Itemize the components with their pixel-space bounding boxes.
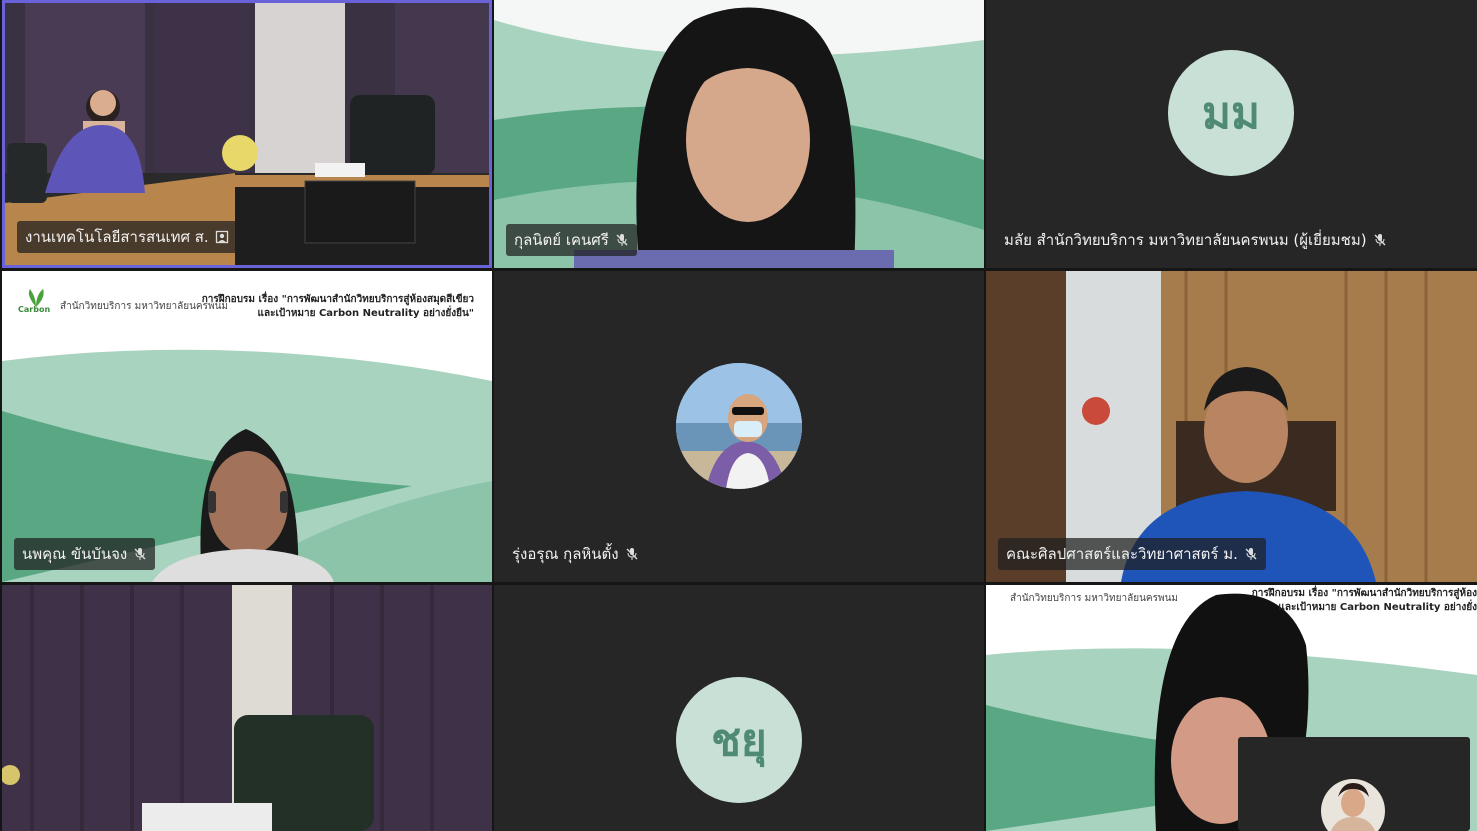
- self-view[interactable]: [1238, 737, 1470, 831]
- participant-tile-6[interactable]: คณะศิลปศาสตร์และวิทยาศาสตร์ ม.: [986, 271, 1477, 582]
- participant-tile-1[interactable]: งานเทคโนโลยีสารสนเทศ ส.: [2, 0, 492, 268]
- mic-muted-icon: [616, 234, 628, 246]
- participant-name-tag: รุ่งอรุณ กุลหินตั้ง: [506, 538, 647, 570]
- participant-tile-8[interactable]: ชยุ: [494, 585, 984, 831]
- avatar: [676, 363, 802, 489]
- carbon-logo-text: Carbon: [18, 305, 51, 314]
- participant-tile-3[interactable]: มม มลัย สำนักวิทยบริการ มหาวิทยาลัยนครพน…: [986, 0, 1477, 268]
- host-icon: [215, 230, 228, 244]
- participant-name-tag: คณะศิลปศาสตร์และวิทยาศาสตร์ ม.: [998, 538, 1266, 570]
- participant-name-tag: มลัย สำนักวิทยบริการ มหาวิทยาลัยนครพนม (…: [998, 224, 1395, 256]
- participant-tile-7[interactable]: [2, 585, 492, 831]
- participant-video: [986, 271, 1477, 582]
- participant-name-tag: กุลนิตย์ เคนศรี: [506, 224, 637, 256]
- mic-muted-icon: [134, 548, 146, 560]
- participant-tile-4[interactable]: Carbon สำนักวิทยบริการ มหาวิทยาลัยนครพนม…: [2, 271, 492, 582]
- slide-org: สำนักวิทยบริการ มหาวิทยาลัยนครพนม: [1010, 593, 1178, 604]
- avatar: ชยุ: [676, 677, 802, 803]
- slide-title: การฝึกอบรม เรื่อง "การพัฒนาสำนักวิทยบริก…: [201, 294, 474, 319]
- participant-name-tag: งานเทคโนโลยีสารสนเทศ ส.: [17, 221, 237, 253]
- self-view-avatar: [1321, 779, 1385, 831]
- mic-muted-icon: [1245, 548, 1257, 560]
- avatar: มม: [1168, 50, 1294, 176]
- participant-name-tag: นพคุณ ขันบันจง: [14, 538, 156, 570]
- participant-tile-2[interactable]: กุลนิตย์ เคนศรี: [494, 0, 984, 268]
- slide-title: การฝึกอบรม เรื่อง "การพัฒนาสำนักวิทยบริก…: [1251, 588, 1477, 613]
- mic-muted-icon: [1374, 234, 1386, 246]
- mic-muted-icon: [626, 548, 638, 560]
- participant-tile-5[interactable]: รุ่งอรุณ กุลหินตั้ง: [494, 271, 984, 582]
- video-grid: งานเทคโนโลยีสารสนเทศ ส. กุลนิตย์ เคนศรี …: [0, 0, 1477, 831]
- room-video: [2, 585, 492, 831]
